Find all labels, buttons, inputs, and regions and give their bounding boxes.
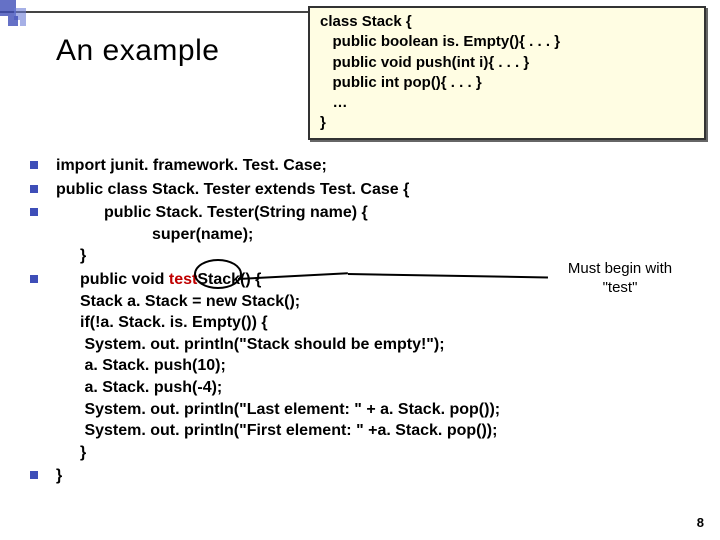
code-line: public int pop(){ . . . } bbox=[320, 74, 482, 91]
code-line: public void push(int i){ . . . } bbox=[320, 54, 529, 71]
annotation-text-line: "test" bbox=[603, 279, 638, 296]
stack-class-code-box: class Stack { public boolean is. Empty()… bbox=[308, 6, 706, 140]
bullet-row: public void testStack() {Stack a. Stack … bbox=[30, 269, 690, 463]
bullet-text: import junit. framework. Test. Case; bbox=[56, 155, 690, 177]
code-keyword-test: test bbox=[169, 271, 197, 288]
code-line: a. Stack. push(-4); bbox=[56, 377, 690, 399]
code-line: if(!a. Stack. is. Empty()) { bbox=[56, 312, 690, 334]
slide-title: An example bbox=[56, 34, 219, 68]
page-number: 8 bbox=[697, 515, 704, 530]
bullet-text: public class Stack. Tester extends Test.… bbox=[56, 179, 690, 201]
code-line: } bbox=[320, 114, 326, 131]
bullet-row: public class Stack. Tester extends Test.… bbox=[30, 179, 690, 201]
code-line: System. out. println("Stack should be em… bbox=[56, 334, 690, 356]
code-line: } bbox=[56, 442, 690, 464]
code-line: System. out. println("Last element: " + … bbox=[56, 399, 690, 421]
code-line: a. Stack. push(10); bbox=[56, 355, 690, 377]
bullet-row: public Stack. Tester(String name) {super… bbox=[30, 202, 690, 267]
annotation-text-line: Must begin with bbox=[568, 260, 672, 277]
bullet-row: } bbox=[30, 465, 690, 487]
bullet-icon bbox=[30, 471, 38, 479]
bullet-text: public Stack. Tester(String name) {super… bbox=[56, 202, 690, 267]
bullet-text: public void testStack() {Stack a. Stack … bbox=[56, 269, 690, 463]
deco-square bbox=[20, 20, 26, 26]
bullet-icon bbox=[30, 275, 38, 283]
body-area: import junit. framework. Test. Case; pub… bbox=[30, 155, 690, 489]
code-line: … bbox=[320, 94, 348, 111]
bullet-icon bbox=[30, 185, 38, 193]
code-line: public Stack. Tester(String name) { bbox=[56, 202, 690, 224]
code-line: System. out. println("First element: " +… bbox=[56, 420, 690, 442]
bullet-icon bbox=[30, 208, 38, 216]
deco-square bbox=[8, 16, 18, 26]
bullet-icon bbox=[30, 161, 38, 169]
bullet-row: import junit. framework. Test. Case; bbox=[30, 155, 690, 177]
code-fragment: public void bbox=[80, 271, 169, 288]
slide-root: An example class Stack { public boolean … bbox=[0, 0, 720, 540]
code-line: class Stack { bbox=[320, 13, 412, 30]
code-line: public boolean is. Empty(){ . . . } bbox=[320, 33, 560, 50]
bullet-text: } bbox=[56, 465, 690, 487]
code-line: super(name); bbox=[56, 224, 690, 246]
annotation-label: Must begin with "test" bbox=[555, 260, 685, 298]
code-fragment: Stack() { bbox=[197, 271, 261, 288]
